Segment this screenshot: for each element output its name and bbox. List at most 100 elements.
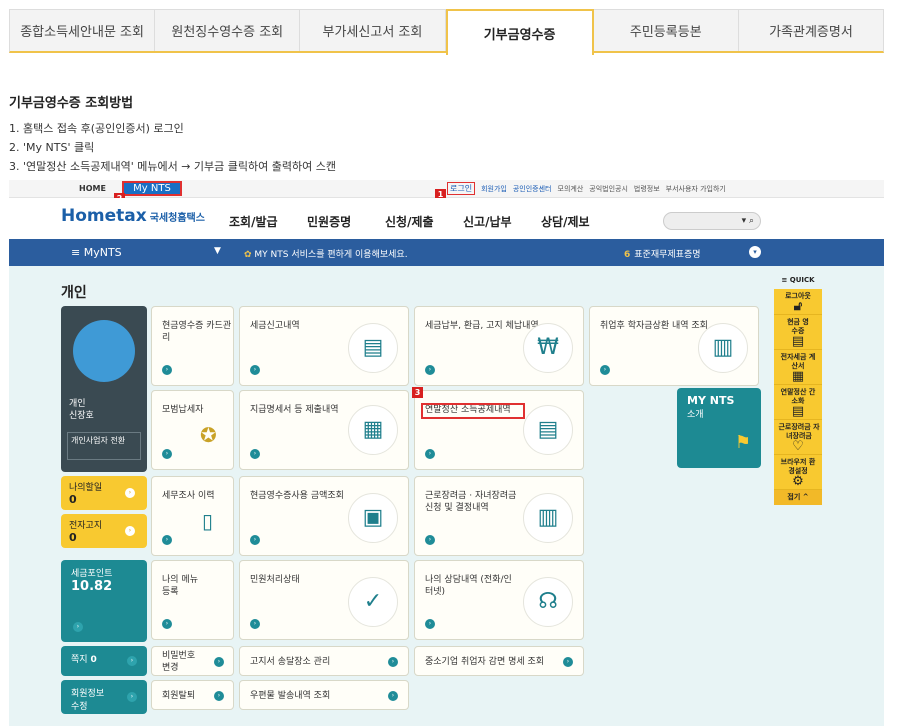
logo-text: Hometax bbox=[61, 206, 147, 226]
go-icon: › bbox=[250, 365, 260, 375]
go-icon: › bbox=[127, 656, 137, 666]
cert-center-link[interactable]: 공인인증센터 bbox=[513, 184, 552, 195]
card-withdraw[interactable]: 회원탈퇴 › bbox=[151, 680, 234, 710]
go-icon: › bbox=[127, 692, 137, 702]
tax-doc-icon: ▤ bbox=[348, 323, 398, 373]
note-label: 쪽지 bbox=[71, 655, 88, 665]
content-area: 개인 개인 신장호 개인사업자 전환 현금영수증 카드관리 › 세금신고내역 ▤ › 세… bbox=[9, 266, 884, 726]
mynts-intro-card[interactable]: MY NTS 소개 ⚑ bbox=[677, 388, 761, 468]
quick-collapse[interactable]: 접기 ^ bbox=[774, 490, 822, 505]
hometax-logo[interactable]: Hometax 국세청홈택스 bbox=[61, 206, 205, 226]
search-icon[interactable]: ▾ ⌕ bbox=[742, 216, 754, 226]
quick-e-invoice[interactable]: 전자세금 계산서 ▦ bbox=[774, 350, 822, 385]
tab-donation-receipt[interactable]: 기부금영수증 bbox=[445, 9, 594, 55]
card-bill-address[interactable]: 고지서 송달장소 관리 › bbox=[239, 646, 409, 676]
card-change-password[interactable]: 비밀번호 변경 › bbox=[151, 646, 234, 676]
member-label: 회원정보 수정 bbox=[71, 689, 105, 712]
quick-box: 로그아웃 🔓︎ 현금 영수증 ▤ 전자세금 계산서 ▦ 연말정산 간소화 ▤ 근로장려금… bbox=[774, 289, 822, 505]
card-student-loan[interactable]: 취업후 학자금상환 내역 조회 ▥ › bbox=[589, 306, 759, 386]
receipt-icon: ▤ bbox=[523, 405, 573, 455]
nav-certificate[interactable]: 민원증명 bbox=[307, 213, 385, 230]
card-sme-exemption[interactable]: 중소기업 취업자 감면 명세 조회 › bbox=[414, 646, 584, 676]
profile-card: 개인 신장호 개인사업자 전환 bbox=[61, 306, 147, 472]
mock-calc-link[interactable]: 모의계산 bbox=[558, 184, 584, 195]
card-payment-statement[interactable]: 지급명세서 등 제출내역 ▦ › bbox=[239, 390, 409, 470]
quick-cash-receipt[interactable]: 현금 영수증 ▤ bbox=[774, 315, 822, 350]
search-input[interactable]: ▾ ⌕ bbox=[663, 212, 761, 230]
login-link[interactable]: 로그인 bbox=[447, 182, 476, 195]
tab-resident-registration[interactable]: 주민등록등본 bbox=[594, 10, 739, 51]
quick-label: 접기 ^ bbox=[787, 493, 809, 501]
member-info-card[interactable]: 회원정보 수정 › bbox=[61, 680, 147, 714]
won-icon: ₩ bbox=[523, 323, 573, 373]
go-icon: › bbox=[250, 619, 260, 629]
mynts-menu[interactable]: ≡ MyNTS bbox=[71, 246, 122, 259]
todo-count: 0 bbox=[69, 493, 77, 506]
go-icon: › bbox=[250, 535, 260, 545]
tab-family-relation[interactable]: 가족관계증명서 bbox=[739, 10, 883, 51]
nav-consult[interactable]: 상담/제보 bbox=[541, 213, 619, 230]
points-value: 10.82 bbox=[71, 579, 113, 594]
card-label: 현금영수증 카드관리 bbox=[162, 321, 232, 343]
card-yearend-deduction[interactable]: 연말정산 소득공제내역 ▤ › bbox=[414, 390, 584, 470]
statement-icon: ▦ bbox=[348, 405, 398, 455]
public-corp-link[interactable]: 공익법인공시 bbox=[589, 184, 628, 195]
card-tax-return[interactable]: 세금신고내역 ▤ › bbox=[239, 306, 409, 386]
nav-inquiry[interactable]: 조회/발급 bbox=[229, 213, 307, 230]
go-icon: › bbox=[214, 691, 224, 701]
card-mail-history[interactable]: 우편물 발송내역 조회 › bbox=[239, 680, 409, 710]
tab-vat-return[interactable]: 부가세신고서 조회 bbox=[300, 10, 446, 51]
quick-browser-setting[interactable]: 브라우저 환경설정 ⚙ bbox=[774, 455, 822, 490]
book-icon: ▥ bbox=[698, 323, 748, 373]
nav-payment[interactable]: 신고/납부 bbox=[463, 213, 541, 230]
mynts-message: ✿ MY NTS 서비스를 편하게 이용해보세요. bbox=[244, 247, 408, 260]
quick-incentive[interactable]: 근로장려금 자녀장려금 ♡ bbox=[774, 420, 822, 455]
std-statement[interactable]: 6 표준재무제표증명 bbox=[624, 247, 701, 260]
mynts-link[interactable]: My NTS bbox=[122, 181, 182, 196]
card-cash-receipt[interactable]: 현금영수증 카드관리 › bbox=[151, 306, 234, 386]
tab-income-tax-notice[interactable]: 종합소득세안내문 조회 bbox=[10, 10, 156, 51]
card-tax-audit[interactable]: 세무조사 이력 › ▯ bbox=[151, 476, 234, 556]
headset-icon: ☊ bbox=[523, 577, 573, 627]
topbar-links: 로그인 회원가입 공인인증센터 모의계산 공익법인공시 법령정보 부서사용자 가… bbox=[447, 182, 726, 195]
calendar-icon: ▣ bbox=[348, 493, 398, 543]
main-nav: 조회/발급 민원증명 신청/제출 신고/납부 상담/제보 bbox=[229, 213, 619, 230]
note-card[interactable]: 쪽지 0 › bbox=[61, 646, 147, 676]
section-title: 개인 bbox=[61, 285, 87, 301]
go-icon: › bbox=[425, 449, 435, 459]
business-switch-button[interactable]: 개인사업자 전환 bbox=[67, 432, 141, 460]
e-notice-card[interactable]: 전자고지 0 › bbox=[61, 514, 147, 548]
todo-card[interactable]: 나의할일 0 › bbox=[61, 476, 147, 510]
signpost-icon: ⚑ bbox=[734, 432, 751, 453]
gear-icon: ⚙ bbox=[792, 474, 804, 489]
law-info-link[interactable]: 법령정보 bbox=[634, 184, 660, 195]
card-model-taxpayer[interactable]: 모범납세자 › ✪ bbox=[151, 390, 234, 470]
menu-dropdown-icon[interactable]: ▼ bbox=[214, 246, 221, 256]
card-consult-history[interactable]: 나의 상담내역 (전화/인터넷) ☊ › bbox=[414, 560, 584, 640]
nav-application[interactable]: 신청/제출 bbox=[385, 213, 463, 230]
points-label: 세금포인트 bbox=[71, 569, 113, 579]
tab-withholding-receipt[interactable]: 원천징수영수증 조회 bbox=[155, 10, 301, 51]
card-label: 회원탈퇴 bbox=[162, 691, 196, 701]
message-text: MY NTS 서비스를 편하게 이용해보세요. bbox=[254, 250, 408, 260]
guide-step-1: 1. 홈택스 접속 후(공인인증서) 로그인 bbox=[9, 122, 184, 135]
card-cash-usage[interactable]: 현금영수증사용 금액조회 ▣ › bbox=[239, 476, 409, 556]
home-link[interactable]: HOME bbox=[79, 184, 106, 193]
card-work-incentive[interactable]: 근로장려금 · 자녀장려금 신청 및 결정내역 ▥ › bbox=[414, 476, 584, 556]
signup-link[interactable]: 회원가입 bbox=[481, 184, 507, 195]
note-count: 0 bbox=[90, 655, 97, 665]
quick-yearend[interactable]: 연말정산 간소화 ▤ bbox=[774, 385, 822, 420]
card-label: 세금신고내역 bbox=[250, 321, 300, 331]
tax-points-card[interactable]: 세금포인트 10.82 › bbox=[61, 560, 147, 642]
guide-title: 기부금영수증 조회방법 bbox=[9, 96, 134, 111]
chevron-down-icon[interactable]: ▾ bbox=[749, 246, 761, 258]
quick-logout[interactable]: 로그아웃 🔓︎ bbox=[774, 289, 822, 315]
go-icon: › bbox=[162, 535, 172, 545]
card-payment-refund[interactable]: 세금납부, 환급, 고지 체납내역 ₩ › bbox=[414, 306, 584, 386]
card-label: 지급명세서 등 제출내역 bbox=[250, 405, 339, 415]
dept-user-link[interactable]: 부서사용자 가입하기 bbox=[666, 184, 726, 195]
go-icon: › bbox=[125, 526, 135, 536]
doc-icon: ▤ bbox=[791, 404, 805, 419]
card-my-menu[interactable]: 나의 메뉴 등록 › bbox=[151, 560, 234, 640]
card-civil-status[interactable]: 민원처리상태 ✓ › bbox=[239, 560, 409, 640]
